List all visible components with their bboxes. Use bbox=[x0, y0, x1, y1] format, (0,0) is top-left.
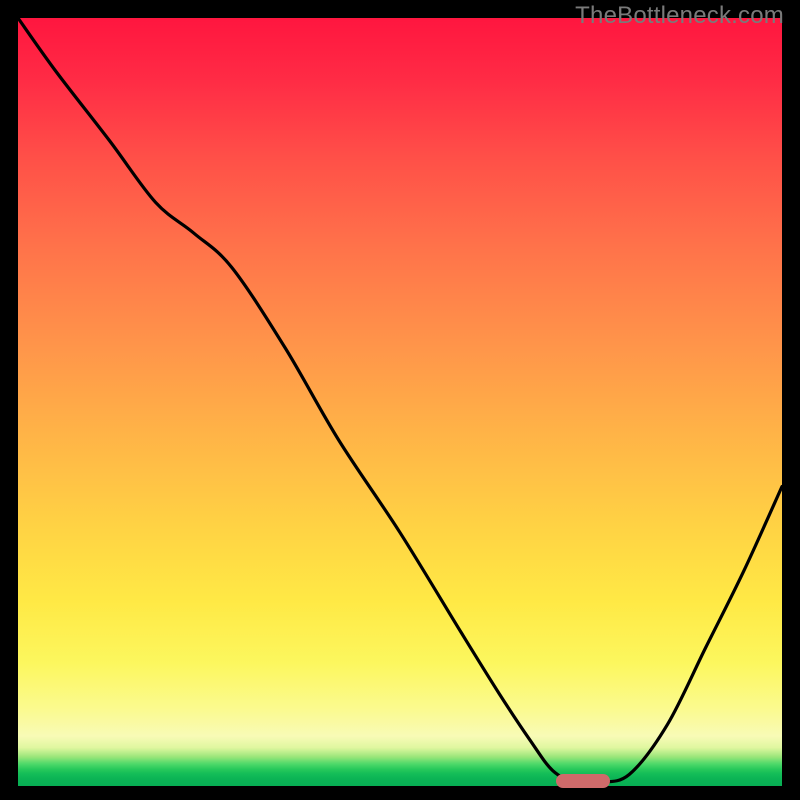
chart-plot-area bbox=[18, 18, 782, 786]
watermark-text: TheBottleneck.com bbox=[575, 2, 784, 30]
optimum-marker bbox=[556, 774, 610, 788]
chart-frame: TheBottleneck.com bbox=[0, 0, 800, 800]
bottleneck-curve bbox=[18, 18, 782, 786]
